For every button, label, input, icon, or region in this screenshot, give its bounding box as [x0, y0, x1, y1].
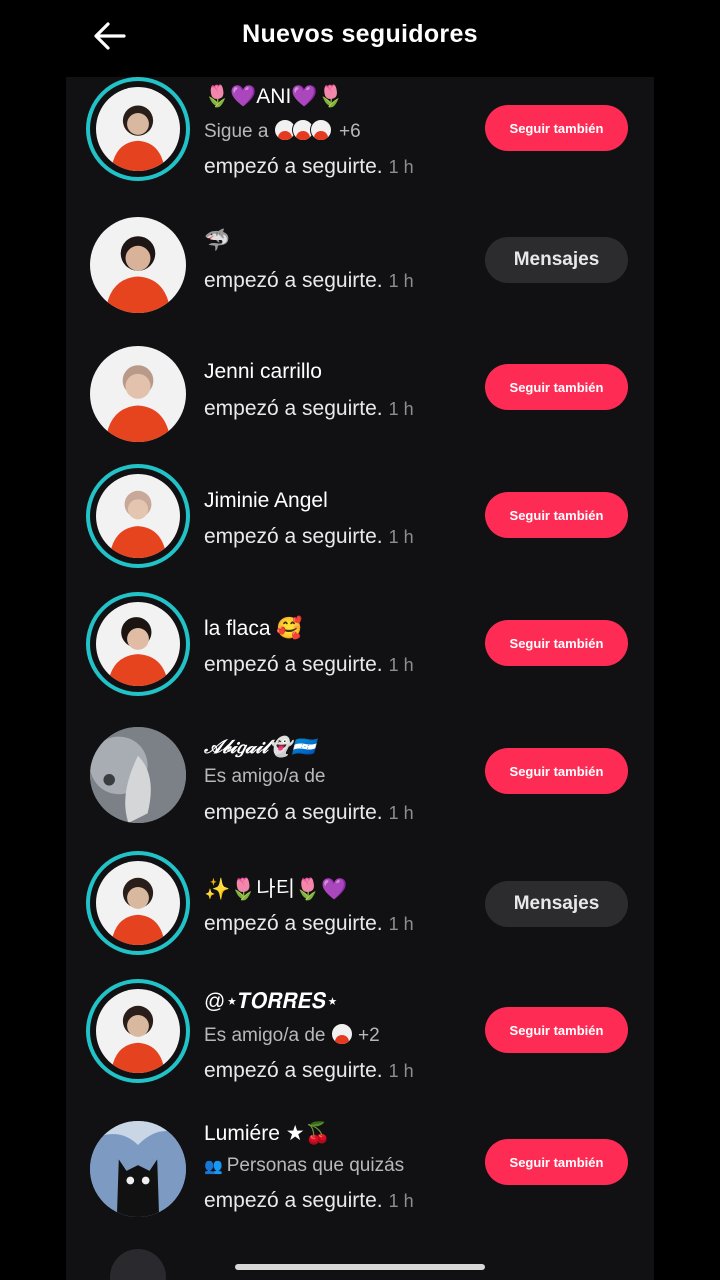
list-item[interactable]: la flaca 🥰 empezó a seguirte. 1 h Seguir … — [66, 592, 654, 712]
message-button[interactable]: Mensajes — [485, 881, 628, 927]
activity-label: empezó a seguirte. — [204, 525, 383, 548]
follower-name[interactable]: ✨🌷나티🌷💜 — [204, 873, 347, 903]
list-item[interactable]: Jiminie Angel empezó a seguirte. 1 h Segu… — [66, 464, 654, 584]
follower-name[interactable]: 🦈 — [204, 229, 230, 253]
activity-label: empezó a seguirte. — [204, 269, 383, 292]
follower-name[interactable]: 𝒜𝒷𝒾𝑔𝒶𝒾𝓁👻🇭🇳 — [204, 735, 315, 758]
follow-back-button[interactable]: Seguir también — [485, 492, 628, 538]
avatar-photo — [96, 602, 180, 686]
activity-text: empezó a seguirte. 1 h — [204, 525, 414, 549]
follower-subtitle: Sigue a +6 — [204, 119, 361, 143]
activity-label: empezó a seguirte. — [204, 653, 383, 676]
avatar-photo — [90, 1121, 186, 1217]
follow-back-button[interactable]: Seguir también — [485, 620, 628, 666]
list-item[interactable]: 𝒜𝒷𝒾𝑔𝒶𝒾𝓁👻🇭🇳 Es amigo/a de empezó a seguir… — [66, 720, 654, 840]
avatar[interactable] — [86, 213, 190, 317]
avatar-photo — [96, 989, 180, 1073]
follow-back-button[interactable]: Seguir también — [485, 1139, 628, 1185]
timestamp: 1 h — [388, 655, 414, 675]
follower-name[interactable]: Jiminie Angel — [204, 489, 328, 513]
avatar[interactable] — [110, 1249, 166, 1280]
activity-label: empezó a seguirte. — [204, 912, 383, 935]
timestamp: 1 h — [388, 1191, 414, 1211]
timestamp: 1 h — [388, 527, 414, 547]
timestamp: 1 h — [388, 803, 414, 823]
follower-name[interactable]: Jenni carrillo — [204, 360, 322, 384]
avatar-photo — [90, 217, 186, 313]
activity-text: empezó a seguirte. 1 h — [204, 912, 414, 936]
list-item[interactable]: @⋆𝑻𝑶𝑹𝑹𝑬𝑺⋆ Es amigo/a de +2 empezó a segu… — [66, 979, 654, 1099]
activity-label: empezó a seguirte. — [204, 1059, 383, 1082]
activity-text: empezó a seguirte. 1 h — [204, 653, 414, 677]
subtitle-count: +6 — [339, 121, 361, 142]
timestamp: 1 h — [388, 399, 414, 419]
follower-subtitle: Es amigo/a de — [204, 766, 326, 787]
page-title: Nuevos seguidores — [242, 20, 478, 48]
follower-subtitle: Es amigo/a de +2 — [204, 1023, 380, 1047]
top-bar: Nuevos seguidores — [0, 0, 720, 72]
follower-name[interactable]: @⋆𝑻𝑶𝑹𝑹𝑬𝑺⋆ — [204, 989, 339, 1014]
list-item[interactable]: Jenni carrillo empezó a seguirte. 1 h Seg… — [66, 342, 654, 452]
list-item[interactable]: Lumiére ★🍒 👥 Personas que quizás empezó a… — [66, 1117, 654, 1247]
avatar-photo — [90, 346, 186, 442]
avatar[interactable] — [86, 723, 190, 827]
timestamp: 1 h — [388, 271, 414, 291]
avatar[interactable] — [86, 464, 190, 568]
timestamp: 1 h — [388, 1061, 414, 1081]
subtitle-text: Personas que quizás — [226, 1155, 405, 1176]
activity-text: empezó a seguirte. 1 h — [204, 801, 414, 825]
avatar-photo — [90, 727, 186, 823]
follower-name[interactable]: 🌷💜ANI💜🌷 — [204, 85, 344, 109]
home-indicator[interactable] — [235, 1264, 485, 1270]
avatar[interactable] — [86, 851, 190, 955]
mutual-avatar — [309, 119, 332, 141]
timestamp: 1 h — [388, 157, 414, 177]
list-item[interactable]: 🌷💜ANI💜🌷 Sigue a +6 empezó a seguirte. 1 h… — [66, 77, 654, 197]
activity-label: empezó a seguirte. — [204, 397, 383, 420]
activity-text: empezó a seguirte. 1 h — [204, 155, 414, 179]
list-item[interactable]: ✨🌷나티🌷💜 empezó a seguirte. 1 h Mensajes — [66, 851, 654, 971]
avatar[interactable] — [86, 342, 190, 446]
avatar-photo — [96, 87, 180, 171]
mutual-avatar — [330, 1023, 353, 1045]
avatar-photo — [96, 861, 180, 945]
activity-label: empezó a seguirte. — [204, 155, 383, 178]
list-item[interactable]: 🦈 empezó a seguirte. 1 h Mensajes — [66, 213, 654, 323]
followers-list[interactable]: 🌷💜ANI💜🌷 Sigue a +6 empezó a seguirte. 1 h… — [66, 77, 654, 1280]
activity-text: empezó a seguirte. 1 h — [204, 1189, 414, 1213]
follower-name[interactable]: Lumiére ★🍒 — [204, 1121, 331, 1146]
subtitle-count: +2 — [358, 1025, 380, 1046]
subtitle-prefix: Es amigo/a de — [204, 1025, 326, 1046]
message-button[interactable]: Mensajes — [485, 237, 628, 283]
follower-subtitle: 👥 Personas que quizás — [204, 1155, 404, 1177]
avatar[interactable] — [86, 979, 190, 1083]
follower-name[interactable]: la flaca 🥰 — [204, 617, 303, 641]
activity-text: empezó a seguirte. 1 h — [204, 269, 414, 293]
follow-back-button[interactable]: Seguir también — [485, 364, 628, 410]
timestamp: 1 h — [388, 914, 414, 934]
activity-text: empezó a seguirte. 1 h — [204, 1059, 414, 1083]
avatar[interactable] — [86, 592, 190, 696]
subtitle-prefix: Sigue a — [204, 121, 269, 142]
follow-back-button[interactable]: Seguir también — [485, 1007, 628, 1053]
people-icon: 👥 — [204, 1158, 223, 1175]
follow-back-button[interactable]: Seguir también — [485, 748, 628, 794]
avatar[interactable] — [86, 1117, 190, 1221]
avatar[interactable] — [86, 77, 190, 181]
activity-text: empezó a seguirte. 1 h — [204, 397, 414, 421]
follow-back-button[interactable]: Seguir también — [485, 105, 628, 151]
activity-label: empezó a seguirte. — [204, 1189, 383, 1212]
avatar-photo — [96, 474, 180, 558]
activity-label: empezó a seguirte. — [204, 801, 383, 824]
